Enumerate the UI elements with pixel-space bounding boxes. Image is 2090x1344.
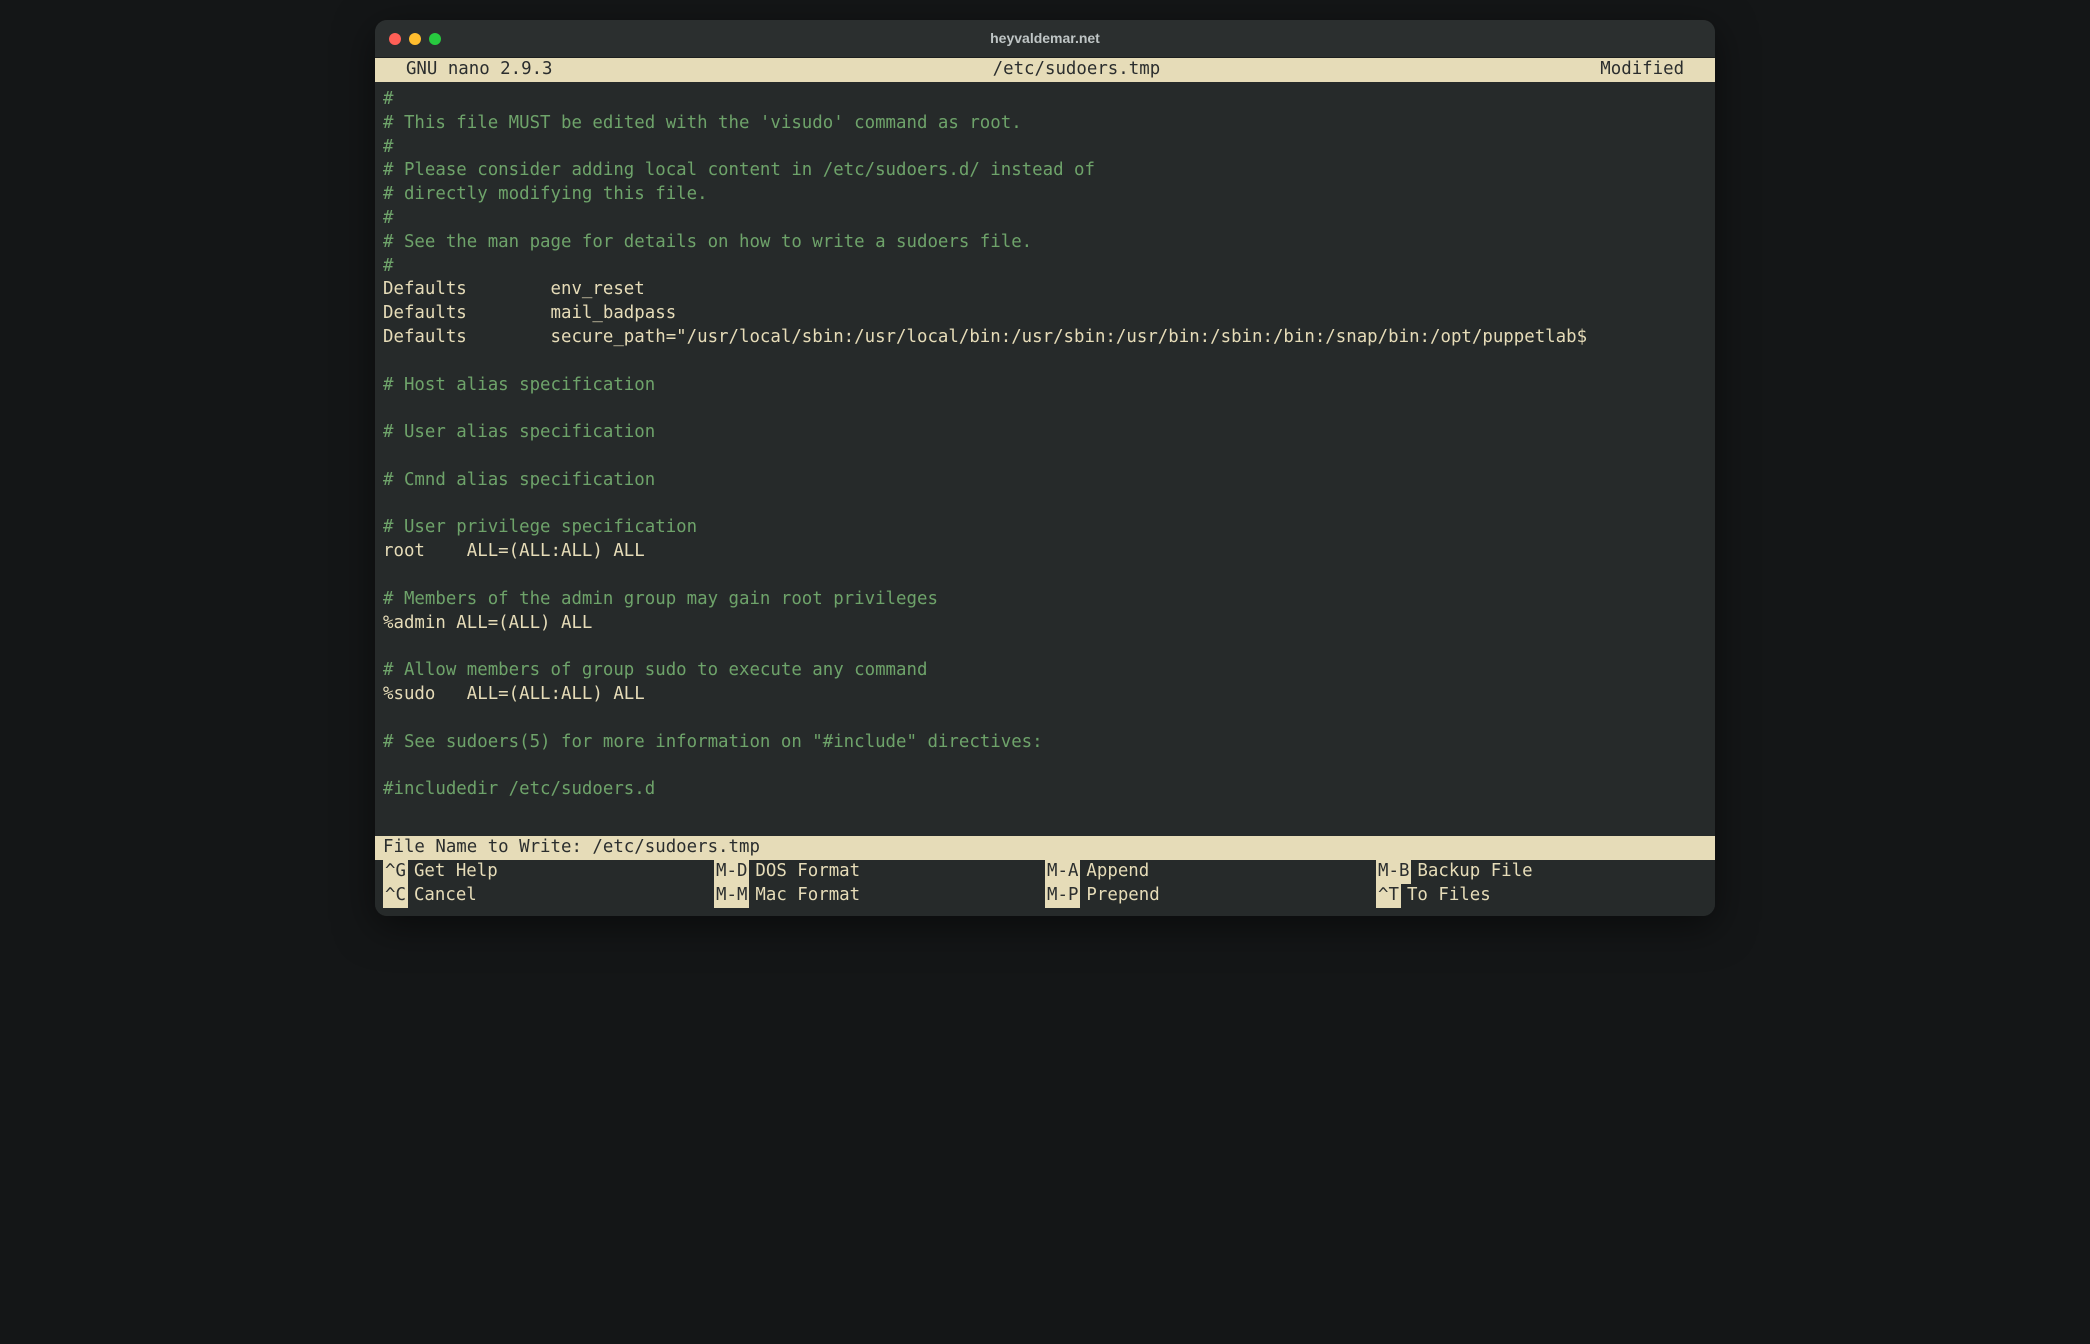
- nano-header: GNU nano 2.9.3 /etc/sudoers.tmp Modified: [375, 58, 1715, 82]
- shortcut-key: M-D: [714, 860, 749, 884]
- nano-version: GNU nano 2.9.3: [385, 58, 553, 82]
- file-line: %admin ALL=(ALL) ALL: [383, 612, 1707, 636]
- file-line: # See the man page for details on how to…: [383, 231, 1707, 255]
- shortcut-label: Mac Format: [749, 884, 860, 908]
- file-line: Defaults env_reset: [383, 278, 1707, 302]
- shortcut[interactable]: ^CCancel: [383, 884, 714, 908]
- shortcut-key: ^T: [1376, 884, 1401, 908]
- file-line: # Host alias specification: [383, 374, 1707, 398]
- file-line: #: [383, 207, 1707, 231]
- minimize-icon[interactable]: [409, 33, 421, 45]
- shortcut[interactable]: M-BBackup File: [1376, 860, 1707, 884]
- shortcut-key: ^C: [383, 884, 408, 908]
- file-line: # This file MUST be edited with the 'vis…: [383, 112, 1707, 136]
- close-icon[interactable]: [389, 33, 401, 45]
- file-line: # directly modifying this file.: [383, 183, 1707, 207]
- shortcut[interactable]: ^GGet Help: [383, 860, 714, 884]
- nano-modified-flag: Modified: [1600, 58, 1705, 82]
- shortcut-label: Get Help: [408, 860, 498, 884]
- nano-prompt[interactable]: File Name to Write: /etc/sudoers.tmp: [375, 836, 1715, 860]
- shortcut-label: Cancel: [408, 884, 477, 908]
- titlebar: heyvaldemar.net: [375, 20, 1715, 58]
- shortcut-label: Prepend: [1080, 884, 1159, 908]
- file-line: root ALL=(ALL:ALL) ALL: [383, 540, 1707, 564]
- file-line: #includedir /etc/sudoers.d: [383, 778, 1707, 802]
- file-line: # Allow members of group sudo to execute…: [383, 659, 1707, 683]
- shortcut[interactable]: M-PPrepend: [1045, 884, 1376, 908]
- file-line: # User privilege specification: [383, 516, 1707, 540]
- file-line: [383, 707, 1707, 731]
- shortcut-key: M-B: [1376, 860, 1411, 884]
- file-line: [383, 564, 1707, 588]
- editor-content[interactable]: ## This file MUST be edited with the 'vi…: [375, 82, 1715, 836]
- shortcut-label: Append: [1080, 860, 1149, 884]
- file-line: # Cmnd alias specification: [383, 469, 1707, 493]
- shortcut-key: M-M: [714, 884, 749, 908]
- file-line: [383, 493, 1707, 517]
- file-line: # Members of the admin group may gain ro…: [383, 588, 1707, 612]
- file-line: [383, 754, 1707, 778]
- file-line: [383, 350, 1707, 374]
- file-line: Defaults mail_badpass: [383, 302, 1707, 326]
- window-title: heyvaldemar.net: [375, 29, 1715, 48]
- shortcut[interactable]: M-AAppend: [1045, 860, 1376, 884]
- shortcut-row: ^CCancelM-MMac FormatM-PPrepend^TTo File…: [383, 884, 1707, 908]
- file-line: # Please consider adding local content i…: [383, 159, 1707, 183]
- window-controls: [375, 33, 441, 45]
- terminal-window: heyvaldemar.net GNU nano 2.9.3 /etc/sudo…: [375, 20, 1715, 916]
- file-line: %sudo ALL=(ALL:ALL) ALL: [383, 683, 1707, 707]
- shortcut[interactable]: ^TTo Files: [1376, 884, 1707, 908]
- zoom-icon[interactable]: [429, 33, 441, 45]
- file-line: [383, 635, 1707, 659]
- file-line: # User alias specification: [383, 421, 1707, 445]
- shortcut-label: Backup File: [1411, 860, 1532, 884]
- nano-shortcuts: ^GGet HelpM-DDOS FormatM-AAppendM-BBacku…: [375, 860, 1715, 916]
- shortcut[interactable]: M-MMac Format: [714, 884, 1045, 908]
- shortcut-label: DOS Format: [749, 860, 860, 884]
- shortcut-key: M-A: [1045, 860, 1080, 884]
- file-line: [383, 445, 1707, 469]
- file-line: #: [383, 88, 1707, 112]
- shortcut-row: ^GGet HelpM-DDOS FormatM-AAppendM-BBacku…: [383, 860, 1707, 884]
- shortcut-key: M-P: [1045, 884, 1080, 908]
- file-line: #: [383, 136, 1707, 160]
- file-line: Defaults secure_path="/usr/local/sbin:/u…: [383, 326, 1707, 350]
- nano-filename: /etc/sudoers.tmp: [553, 58, 1601, 82]
- file-line: #: [383, 255, 1707, 279]
- shortcut-key: ^G: [383, 860, 408, 884]
- file-line: [383, 397, 1707, 421]
- shortcut-label: To Files: [1401, 884, 1491, 908]
- file-line: # See sudoers(5) for more information on…: [383, 731, 1707, 755]
- shortcut[interactable]: M-DDOS Format: [714, 860, 1045, 884]
